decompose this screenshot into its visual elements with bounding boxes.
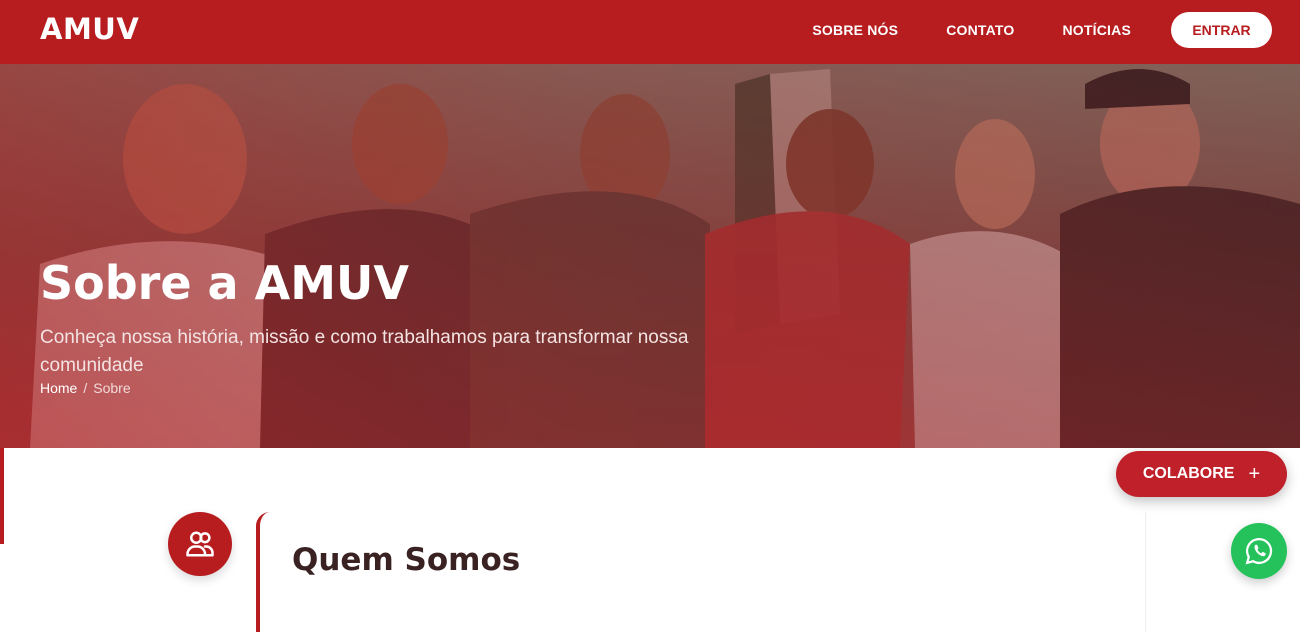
breadcrumb: Home / Sobre xyxy=(40,380,131,396)
breadcrumb-separator: / xyxy=(83,380,88,396)
hero-banner: Sobre a AMUV Conheça nossa história, mis… xyxy=(0,64,1300,448)
colabore-button[interactable]: COLABORE + xyxy=(1116,451,1287,497)
breadcrumb-home[interactable]: Home xyxy=(40,380,77,396)
section-title: Quem Somos xyxy=(292,542,521,578)
left-accent-strip xyxy=(0,448,4,544)
whatsapp-icon[interactable] xyxy=(1231,523,1287,579)
nav-link-noticias[interactable]: NOTÍCIAS xyxy=(1063,22,1132,38)
site-header: AMUV SOBRE NÓS CONTATO NOTÍCIAS ENTRAR xyxy=(0,0,1300,64)
colabore-label: COLABORE xyxy=(1142,465,1235,482)
page-title: Sobre a AMUV xyxy=(40,256,409,310)
nav-link-sobre-nos[interactable]: SOBRE NÓS xyxy=(812,22,898,38)
site-logo[interactable]: AMUV xyxy=(40,12,139,46)
nav-link-contato[interactable]: CONTATO xyxy=(946,22,1014,38)
main-nav: SOBRE NÓS CONTATO NOTÍCIAS ENTRAR xyxy=(812,12,1272,48)
plus-icon: + xyxy=(1248,463,1261,485)
page-subtitle: Conheça nossa história, missão e como tr… xyxy=(40,327,689,376)
users-icon xyxy=(168,512,232,576)
breadcrumb-current: Sobre xyxy=(93,380,131,396)
login-button[interactable]: ENTRAR xyxy=(1171,12,1272,48)
